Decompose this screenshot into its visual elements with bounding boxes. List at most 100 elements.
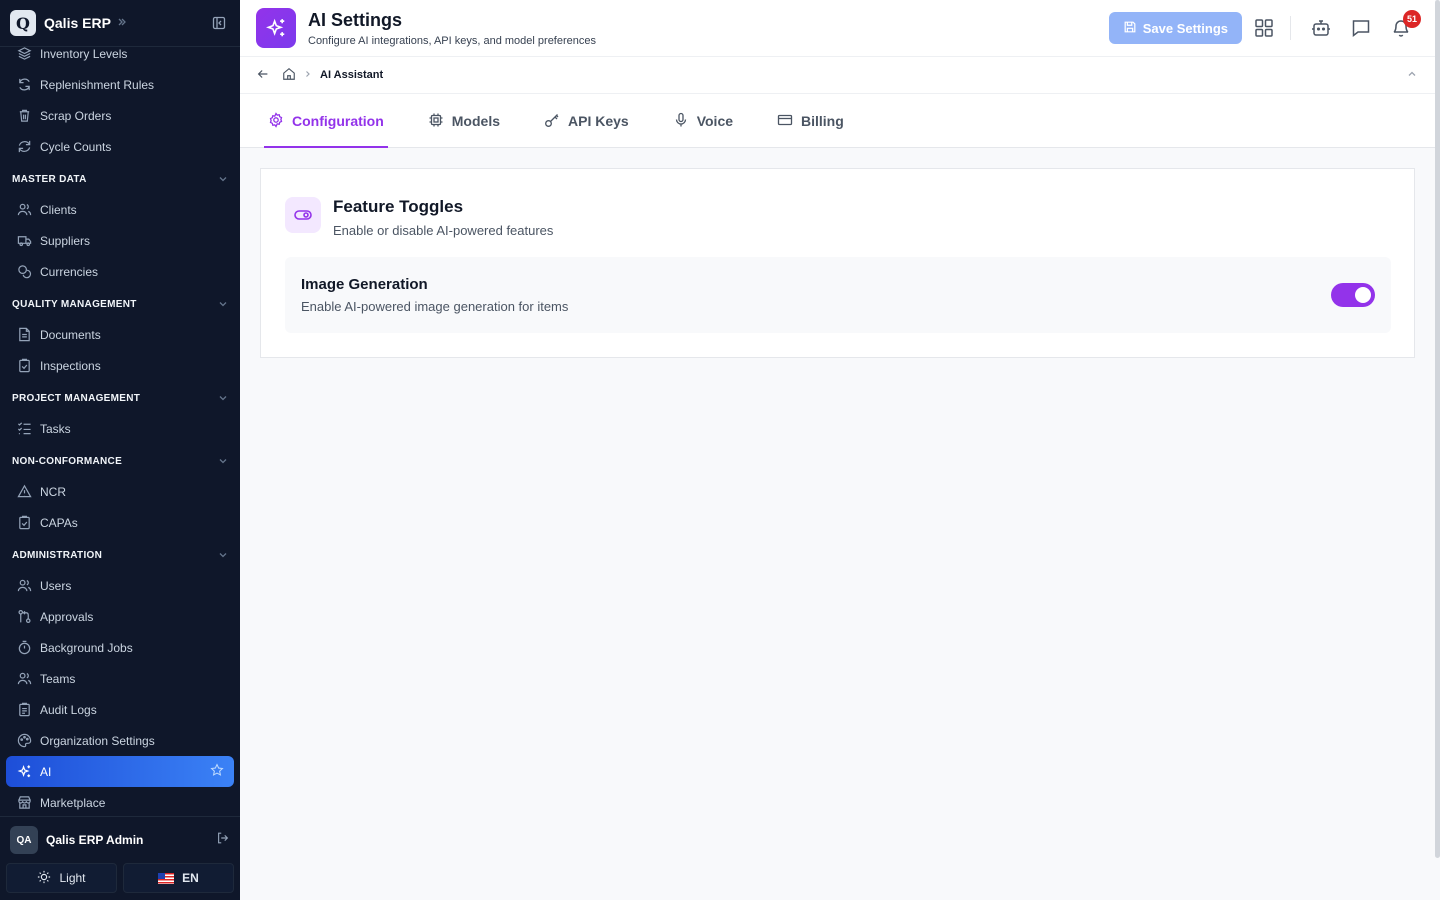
tab-configuration[interactable]: Configuration (264, 94, 388, 148)
truck-icon (16, 233, 32, 249)
apps-grid-icon[interactable] (1246, 10, 1282, 46)
tab-api-keys[interactable]: API Keys (540, 94, 633, 148)
sidebar-item-label: Organization Settings (40, 733, 155, 748)
clipboard-check-icon (16, 515, 32, 531)
notification-badge: 51 (1403, 10, 1421, 28)
page-subtitle: Configure AI integrations, API keys, and… (308, 34, 596, 47)
save-settings-button[interactable]: Save Settings (1108, 12, 1242, 44)
sidebar-item-approvals[interactable]: Approvals (0, 601, 240, 632)
image-generation-switch[interactable] (1331, 283, 1375, 307)
sidebar-item-clients[interactable]: Clients (0, 194, 240, 225)
sun-icon (37, 870, 51, 887)
chevron-down-icon (219, 302, 227, 307)
sidebar-item-label: Replenishment Rules (40, 77, 155, 92)
sidebar-item-label: Inspections (40, 358, 101, 373)
sidebar-item-cycle-counts[interactable]: Cycle Counts (0, 131, 240, 162)
sidebar-item-organization-settings[interactable]: Organization Settings (0, 725, 240, 756)
theme-toggle-button[interactable]: Light (6, 863, 117, 893)
sidebar-item-users[interactable]: Users (0, 570, 240, 601)
palette-icon (16, 733, 32, 749)
sidebar-item-label: Tasks (40, 421, 71, 436)
page-scrollbar[interactable] (1435, 0, 1440, 858)
app-logo[interactable]: Q (10, 10, 36, 36)
section-title: MASTER DATA (12, 173, 87, 185)
sidebar-item-background-jobs[interactable]: Background Jobs (0, 632, 240, 663)
tab-models[interactable]: Models (424, 94, 504, 148)
app-name[interactable]: Qalis ERP (44, 15, 111, 31)
back-arrow-icon[interactable] (256, 67, 270, 84)
sidebar-item-marketplace[interactable]: Marketplace (0, 787, 240, 816)
section-non-conformance[interactable]: NON-CONFORMANCE (0, 446, 240, 476)
sidebar-collapse-icon[interactable] (208, 12, 230, 34)
star-icon[interactable] (210, 763, 224, 780)
switch-knob (1355, 287, 1371, 303)
sidebar-item-label: Approvals (40, 609, 94, 624)
section-project-management[interactable]: PROJECT MANAGEMENT (0, 383, 240, 413)
cpu-icon (428, 112, 444, 131)
breadcrumb: AI Assistant (240, 57, 1435, 94)
user-profile[interactable]: QA Qalis ERP Admin (0, 817, 240, 863)
page-title: AI Settings (308, 9, 403, 30)
sparkles-icon (256, 8, 296, 48)
sidebar-item-inventory-levels[interactable]: Inventory Levels (0, 38, 240, 69)
breadcrumb-current: AI Assistant (320, 69, 384, 81)
credit-card-icon (777, 112, 793, 131)
sidebar-item-capas[interactable]: CAPAs (0, 507, 240, 538)
sidebar-item-documents[interactable]: Documents (0, 319, 240, 350)
sidebar-item-teams[interactable]: Teams (0, 663, 240, 694)
notifications-bell-icon[interactable]: 51 (1383, 10, 1421, 46)
refresh-icon (16, 77, 32, 93)
chevron-down-icon (219, 553, 227, 558)
sidebar-item-label: Users (40, 578, 72, 593)
users-icon (16, 578, 32, 594)
tab-label: Configuration (292, 113, 384, 129)
tab-voice[interactable]: Voice (669, 94, 737, 148)
sidebar-item-label: Inventory Levels (40, 46, 128, 61)
us-flag-icon (158, 872, 175, 884)
chevrons-right-icon[interactable] (117, 14, 127, 32)
warning-icon (16, 484, 32, 500)
sidebar-item-ncr[interactable]: NCR (0, 476, 240, 507)
section-administration[interactable]: ADMINISTRATION (0, 540, 240, 570)
sidebar-item-ai[interactable]: AI (6, 756, 234, 787)
coins-icon (16, 264, 32, 280)
sidebar-item-label: NCR (40, 484, 66, 499)
chevron-right-icon (304, 69, 312, 81)
sidebar-item-currencies[interactable]: Currencies (0, 256, 240, 287)
section-master-data[interactable]: MASTER DATA (0, 164, 240, 194)
sidebar: Q Qalis ERP Inventory Levels Replenishme… (0, 0, 240, 900)
microphone-icon (673, 112, 689, 131)
gear-icon (268, 111, 284, 131)
sidebar-item-label: Clients (40, 202, 77, 217)
sidebar-item-label: Teams (40, 671, 76, 686)
chevron-up-icon[interactable] (1407, 69, 1417, 82)
chevron-down-icon (219, 459, 227, 464)
sidebar-item-label: Scrap Orders (40, 108, 112, 123)
tab-label: API Keys (568, 113, 629, 129)
language-button[interactable]: EN (123, 863, 234, 893)
logout-icon[interactable] (216, 831, 230, 850)
toggle-title: Image Generation (301, 276, 428, 293)
sidebar-item-replenishment-rules[interactable]: Replenishment Rules (0, 69, 240, 100)
sidebar-item-audit-logs[interactable]: Audit Logs (0, 694, 240, 725)
feature-toggles-card: Feature Toggles Enable or disable AI-pow… (260, 168, 1415, 358)
save-settings-label: Save Settings (1142, 20, 1228, 36)
git-pull-icon (16, 609, 32, 625)
user-name: Qalis ERP Admin (46, 833, 144, 847)
sidebar-item-label: Marketplace (40, 795, 106, 810)
clipboard-check-icon (16, 358, 32, 374)
tab-billing[interactable]: Billing (773, 94, 848, 148)
sidebar-nav[interactable]: Inventory Levels Replenishment Rules Scr… (0, 38, 240, 816)
bot-icon[interactable] (1303, 10, 1339, 46)
sidebar-item-inspections[interactable]: Inspections (0, 350, 240, 381)
sidebar-item-suppliers[interactable]: Suppliers (0, 225, 240, 256)
avatar[interactable]: QA (10, 826, 38, 854)
section-quality-management[interactable]: QUALITY MANAGEMENT (0, 289, 240, 319)
section-title: NON-CONFORMANCE (12, 455, 123, 467)
message-icon[interactable] (1343, 10, 1379, 46)
home-icon[interactable] (282, 67, 296, 84)
sidebar-item-scrap-orders[interactable]: Scrap Orders (0, 100, 240, 131)
sidebar-item-tasks[interactable]: Tasks (0, 413, 240, 444)
sidebar-footer: QA Qalis ERP Admin Light EN (0, 816, 240, 900)
users-icon (16, 202, 32, 218)
